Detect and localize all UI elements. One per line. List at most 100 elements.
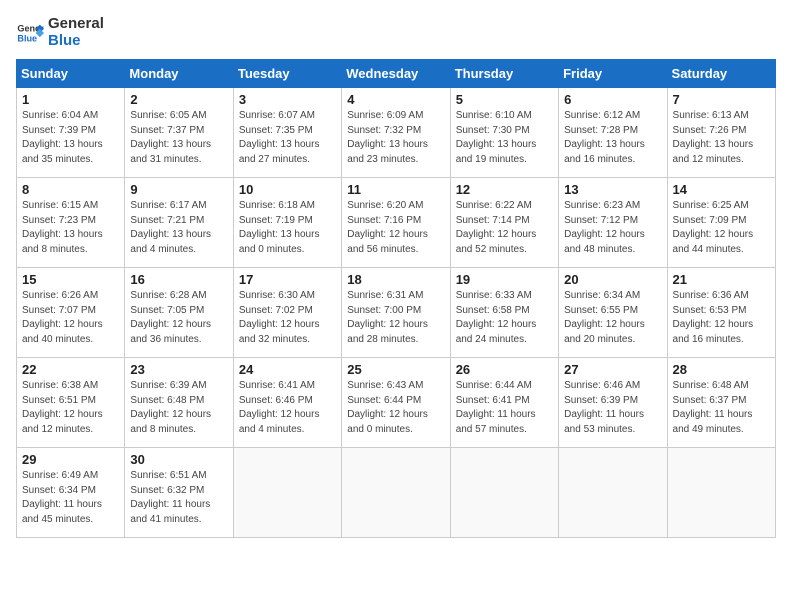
day-number: 23 bbox=[130, 362, 227, 377]
day-number: 20 bbox=[564, 272, 661, 287]
calendar-cell: 18 Sunrise: 6:31 AM Sunset: 7:00 PM Dayli… bbox=[342, 268, 450, 358]
calendar-cell: 8 Sunrise: 6:15 AM Sunset: 7:23 PM Daylig… bbox=[17, 178, 125, 268]
day-info: Sunrise: 6:30 AM Sunset: 7:02 PM Dayligh… bbox=[239, 289, 336, 347]
weekday-header-wednesday: Wednesday bbox=[342, 60, 450, 88]
day-info: Sunrise: 6:23 AM Sunset: 7:12 PM Dayligh… bbox=[564, 199, 661, 257]
day-info: Sunrise: 6:04 AM Sunset: 7:39 PM Dayligh… bbox=[22, 109, 119, 167]
calendar-cell: 23 Sunrise: 6:39 AM Sunset: 6:48 PM Dayli… bbox=[125, 358, 233, 448]
day-info: Sunrise: 6:49 AM Sunset: 6:34 PM Dayligh… bbox=[22, 469, 119, 527]
calendar-cell: 3 Sunrise: 6:07 AM Sunset: 7:35 PM Daylig… bbox=[233, 88, 341, 178]
day-info: Sunrise: 6:41 AM Sunset: 6:46 PM Dayligh… bbox=[239, 379, 336, 437]
weekday-header-friday: Friday bbox=[559, 60, 667, 88]
day-info: Sunrise: 6:13 AM Sunset: 7:26 PM Dayligh… bbox=[673, 109, 770, 167]
day-number: 29 bbox=[22, 452, 119, 467]
calendar-cell: 20 Sunrise: 6:34 AM Sunset: 6:55 PM Dayli… bbox=[559, 268, 667, 358]
day-info: Sunrise: 6:31 AM Sunset: 7:00 PM Dayligh… bbox=[347, 289, 444, 347]
calendar-cell: 21 Sunrise: 6:36 AM Sunset: 6:53 PM Dayli… bbox=[667, 268, 775, 358]
calendar-cell: 4Sunrise: 6:09 AM Sunset: 7:32 PM Daylig… bbox=[342, 88, 450, 178]
day-number: 11 bbox=[347, 182, 444, 197]
day-info: Sunrise: 6:20 AM Sunset: 7:16 PM Dayligh… bbox=[347, 199, 444, 257]
svg-text:Blue: Blue bbox=[17, 33, 37, 43]
calendar-cell: 17 Sunrise: 6:30 AM Sunset: 7:02 PM Dayli… bbox=[233, 268, 341, 358]
day-number: 27 bbox=[564, 362, 661, 377]
day-info: Sunrise: 6:43 AM Sunset: 6:44 PM Dayligh… bbox=[347, 379, 444, 437]
calendar-cell: 24 Sunrise: 6:41 AM Sunset: 6:46 PM Dayli… bbox=[233, 358, 341, 448]
day-info: Sunrise: 6:18 AM Sunset: 7:19 PM Dayligh… bbox=[239, 199, 336, 257]
day-number: 4 bbox=[347, 92, 444, 107]
day-info: Sunrise: 6:25 AM Sunset: 7:09 PM Dayligh… bbox=[673, 199, 770, 257]
calendar-cell: 11 Sunrise: 6:20 AM Sunset: 7:16 PM Dayli… bbox=[342, 178, 450, 268]
week-row-3: 15 Sunrise: 6:26 AM Sunset: 7:07 PM Dayli… bbox=[17, 268, 776, 358]
day-number: 14 bbox=[673, 182, 770, 197]
day-info: Sunrise: 6:48 AM Sunset: 6:37 PM Dayligh… bbox=[673, 379, 770, 437]
weekday-header-monday: Monday bbox=[125, 60, 233, 88]
day-info: Sunrise: 6:28 AM Sunset: 7:05 PM Dayligh… bbox=[130, 289, 227, 347]
day-info: Sunrise: 6:44 AM Sunset: 6:41 PM Dayligh… bbox=[456, 379, 553, 437]
weekday-header-row: SundayMondayTuesdayWednesdayThursdayFrid… bbox=[17, 60, 776, 88]
calendar-cell: 25 Sunrise: 6:43 AM Sunset: 6:44 PM Dayli… bbox=[342, 358, 450, 448]
weekday-header-sunday: Sunday bbox=[17, 60, 125, 88]
day-number: 26 bbox=[456, 362, 553, 377]
week-row-2: 8 Sunrise: 6:15 AM Sunset: 7:23 PM Daylig… bbox=[17, 178, 776, 268]
calendar-cell bbox=[667, 448, 775, 538]
day-number: 21 bbox=[673, 272, 770, 287]
calendar-cell bbox=[450, 448, 558, 538]
day-number: 25 bbox=[347, 362, 444, 377]
day-info: Sunrise: 6:07 AM Sunset: 7:35 PM Dayligh… bbox=[239, 109, 336, 167]
day-number: 7 bbox=[673, 92, 770, 107]
weekday-header-tuesday: Tuesday bbox=[233, 60, 341, 88]
calendar-cell: 10 Sunrise: 6:18 AM Sunset: 7:19 PM Dayli… bbox=[233, 178, 341, 268]
calendar-cell: 26 Sunrise: 6:44 AM Sunset: 6:41 PM Dayli… bbox=[450, 358, 558, 448]
day-info: Sunrise: 6:38 AM Sunset: 6:51 PM Dayligh… bbox=[22, 379, 119, 437]
day-info: Sunrise: 6:22 AM Sunset: 7:14 PM Dayligh… bbox=[456, 199, 553, 257]
day-number: 16 bbox=[130, 272, 227, 287]
day-number: 8 bbox=[22, 182, 119, 197]
calendar-cell: 2Sunrise: 6:05 AM Sunset: 7:37 PM Daylig… bbox=[125, 88, 233, 178]
calendar-cell: 9 Sunrise: 6:17 AM Sunset: 7:21 PM Daylig… bbox=[125, 178, 233, 268]
day-number: 18 bbox=[347, 272, 444, 287]
day-info: Sunrise: 6:34 AM Sunset: 6:55 PM Dayligh… bbox=[564, 289, 661, 347]
day-info: Sunrise: 6:15 AM Sunset: 7:23 PM Dayligh… bbox=[22, 199, 119, 257]
day-info: Sunrise: 6:26 AM Sunset: 7:07 PM Dayligh… bbox=[22, 289, 119, 347]
day-number: 19 bbox=[456, 272, 553, 287]
day-number: 10 bbox=[239, 182, 336, 197]
day-number: 2 bbox=[130, 92, 227, 107]
calendar-cell: 13Sunrise: 6:23 AM Sunset: 7:12 PM Dayli… bbox=[559, 178, 667, 268]
day-info: Sunrise: 6:46 AM Sunset: 6:39 PM Dayligh… bbox=[564, 379, 661, 437]
day-info: Sunrise: 6:17 AM Sunset: 7:21 PM Dayligh… bbox=[130, 199, 227, 257]
calendar-cell bbox=[233, 448, 341, 538]
day-info: Sunrise: 6:39 AM Sunset: 6:48 PM Dayligh… bbox=[130, 379, 227, 437]
day-number: 3 bbox=[239, 92, 336, 107]
calendar-cell: 16 Sunrise: 6:28 AM Sunset: 7:05 PM Dayli… bbox=[125, 268, 233, 358]
day-number: 22 bbox=[22, 362, 119, 377]
weekday-header-thursday: Thursday bbox=[450, 60, 558, 88]
calendar-cell: 19 Sunrise: 6:33 AM Sunset: 6:58 PM Dayli… bbox=[450, 268, 558, 358]
calendar-cell: 27 Sunrise: 6:46 AM Sunset: 6:39 PM Dayli… bbox=[559, 358, 667, 448]
calendar-cell bbox=[559, 448, 667, 538]
week-row-5: 29 Sunrise: 6:49 AM Sunset: 6:34 PM Dayli… bbox=[17, 448, 776, 538]
weekday-header-saturday: Saturday bbox=[667, 60, 775, 88]
calendar-cell: 22 Sunrise: 6:38 AM Sunset: 6:51 PM Dayli… bbox=[17, 358, 125, 448]
calendar-cell: 30Sunrise: 6:51 AM Sunset: 6:32 PM Dayli… bbox=[125, 448, 233, 538]
logo-icon: General Blue bbox=[16, 19, 44, 47]
day-number: 5 bbox=[456, 92, 553, 107]
calendar-cell: 6Sunrise: 6:12 AM Sunset: 7:28 PM Daylig… bbox=[559, 88, 667, 178]
day-number: 24 bbox=[239, 362, 336, 377]
calendar-cell: 28 Sunrise: 6:48 AM Sunset: 6:37 PM Dayli… bbox=[667, 358, 775, 448]
day-number: 9 bbox=[130, 182, 227, 197]
day-info: Sunrise: 6:36 AM Sunset: 6:53 PM Dayligh… bbox=[673, 289, 770, 347]
day-info: Sunrise: 6:12 AM Sunset: 7:28 PM Dayligh… bbox=[564, 109, 661, 167]
day-number: 12 bbox=[456, 182, 553, 197]
calendar-cell bbox=[342, 448, 450, 538]
day-number: 17 bbox=[239, 272, 336, 287]
day-number: 15 bbox=[22, 272, 119, 287]
calendar-cell: 12 Sunrise: 6:22 AM Sunset: 7:14 PM Dayli… bbox=[450, 178, 558, 268]
logo-general: General bbox=[48, 16, 104, 33]
week-row-1: 1Sunrise: 6:04 AM Sunset: 7:39 PM Daylig… bbox=[17, 88, 776, 178]
day-info: Sunrise: 6:33 AM Sunset: 6:58 PM Dayligh… bbox=[456, 289, 553, 347]
day-info: Sunrise: 6:51 AM Sunset: 6:32 PM Dayligh… bbox=[130, 469, 227, 527]
day-number: 28 bbox=[673, 362, 770, 377]
calendar-cell: 1Sunrise: 6:04 AM Sunset: 7:39 PM Daylig… bbox=[17, 88, 125, 178]
calendar-cell: 14 Sunrise: 6:25 AM Sunset: 7:09 PM Dayli… bbox=[667, 178, 775, 268]
week-row-4: 22 Sunrise: 6:38 AM Sunset: 6:51 PM Dayli… bbox=[17, 358, 776, 448]
